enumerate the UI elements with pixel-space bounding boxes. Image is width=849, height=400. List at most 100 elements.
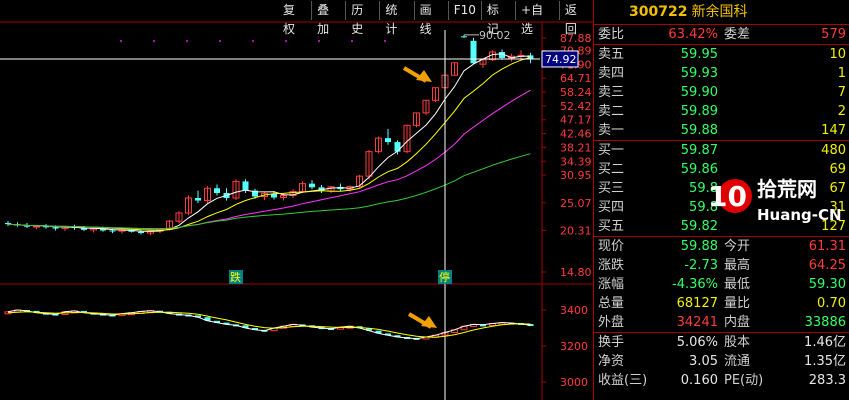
- stat-label: 总量: [598, 296, 625, 311]
- add-watchlist-button[interactable]: +自选: [515, 1, 559, 36]
- index-tick-label: 3200: [560, 340, 588, 353]
- buy-label: 买五: [598, 219, 625, 234]
- ma10-line: [7, 57, 531, 231]
- top-marker-dot: [318, 40, 320, 42]
- buy-label: 买四: [598, 200, 625, 215]
- stat-label-2: 最低: [724, 277, 751, 292]
- draw-line-button[interactable]: 画线: [413, 1, 448, 36]
- watermark-number: 10: [708, 180, 747, 213]
- candle-body: [309, 183, 315, 188]
- chart-area[interactable]: 87.8879.8971.9064.7158.2452.4247.1742.46…: [0, 0, 593, 400]
- stat-label: 净资: [598, 354, 625, 369]
- stat-value: 68127: [676, 296, 718, 311]
- watermark-logo: 10 拾荒网 Huang-CN: [708, 177, 842, 224]
- stat-value: -4.36%: [672, 277, 718, 292]
- price-tick-label: 20.31: [560, 224, 592, 237]
- stat-value-2: 1.46亿: [804, 335, 846, 350]
- stat-label-2: 股本: [724, 335, 751, 350]
- stat-label-2: 量比: [724, 296, 751, 311]
- f10-button[interactable]: F10: [447, 1, 481, 20]
- index-tick-label: 3000: [560, 376, 588, 389]
- sell-row: 卖四 59.93 1: [594, 64, 849, 83]
- top-marker-dot: [351, 40, 353, 42]
- stat-value: 59.88: [680, 239, 718, 254]
- fuquan-button[interactable]: 复权: [278, 1, 311, 36]
- stat-value: -2.73: [684, 258, 718, 273]
- mark-button[interactable]: 标记: [480, 1, 515, 36]
- sell-label: 卖五: [598, 47, 625, 62]
- history-button[interactable]: 历史: [345, 1, 379, 36]
- sell-row: 卖二 59.89 2: [594, 102, 849, 121]
- candle-body: [214, 188, 220, 194]
- top-marker-dot: [384, 40, 386, 42]
- candle-body: [461, 36, 467, 38]
- stock-code: 300722: [629, 4, 688, 20]
- stats-button[interactable]: 统计: [379, 1, 413, 36]
- sell-price: 59.88: [680, 123, 718, 138]
- price-tick-label: 64.71: [560, 72, 592, 85]
- stat-value-2: 33886: [804, 315, 846, 330]
- sell-orders: 卖五 59.95 10 卖四 59.93 1 卖三 59.90 7 卖二 59.89 2 卖一 59.88…: [594, 45, 849, 141]
- price-tick-label: 52.42: [560, 100, 592, 113]
- overlay-button[interactable]: 叠加: [311, 1, 345, 36]
- sell-label: 卖一: [598, 123, 625, 138]
- candle-body: [52, 227, 59, 229]
- candle-body: [470, 40, 477, 64]
- stat-label: 现价: [598, 239, 625, 254]
- ma60-line: [7, 153, 531, 230]
- stat-value: 5.06%: [676, 335, 718, 350]
- buy-label: 买二: [598, 162, 625, 177]
- buy-row: 买一 59.87 480: [594, 141, 849, 160]
- stat-row: 总量 68127 量比 0.70: [594, 294, 849, 313]
- candle-body: [394, 142, 401, 152]
- stat-label: 换手: [598, 335, 625, 350]
- sell-price: 59.89: [680, 104, 718, 119]
- price-tick-label: 25.07: [560, 197, 592, 210]
- price-tick-label: 38.21: [560, 141, 592, 154]
- sell-row: 卖五 59.95 10: [594, 45, 849, 64]
- weibi-value: 63.42%: [668, 27, 718, 42]
- sell-volume: 10: [829, 47, 846, 62]
- top-marker-dot: [219, 40, 221, 42]
- stat-value-2: 283.3: [808, 373, 846, 388]
- stat-label: 涨跌: [598, 258, 625, 273]
- stock-name: 新余国科: [691, 4, 748, 20]
- sell-volume: 7: [837, 85, 846, 100]
- stock-header: 300722 新余国科: [594, 0, 849, 25]
- watermark-cn: 拾荒网: [757, 177, 817, 201]
- index-line-1: [7, 309, 531, 340]
- candle-body: [109, 230, 116, 232]
- sell-label: 卖三: [598, 85, 625, 100]
- back-button[interactable]: 返回: [558, 1, 593, 36]
- stat-row: 现价 59.88 今开 61.31: [594, 237, 849, 256]
- down-badge: 跌: [230, 270, 241, 284]
- price-tick-label: 58.24: [560, 86, 592, 99]
- top-marker-dot: [153, 40, 155, 42]
- buy-price: 59.87: [680, 143, 718, 158]
- sell-price: 59.90: [680, 85, 718, 100]
- stat-value-2: 1.35亿: [804, 354, 846, 369]
- sell-volume: 1: [837, 66, 846, 81]
- stat-label-2: PE(动): [724, 373, 764, 388]
- stat-label: 外盘: [598, 315, 625, 330]
- stat-value: 3.05: [689, 354, 718, 369]
- sell-label: 卖四: [598, 66, 625, 81]
- kline-chart[interactable]: 87.8879.8971.9064.7158.2452.4247.1742.46…: [0, 0, 593, 400]
- current-price-label: 74.92: [545, 53, 577, 66]
- price-tick-label: 14.80: [560, 266, 592, 279]
- sell-volume: 2: [837, 104, 846, 119]
- candle-body: [385, 138, 391, 143]
- candle-body: [138, 231, 144, 234]
- stop-badge: 停: [439, 270, 450, 284]
- sell-label: 卖二: [598, 104, 625, 119]
- stat-label: 涨幅: [598, 277, 625, 292]
- quote-stats-1: 现价 59.88 今开 61.31 涨跌 -2.73 最高 64.25 涨幅 -4.36% 最低 59…: [594, 237, 849, 333]
- price-tick-label: 34.39: [560, 155, 592, 168]
- stat-row: 涨跌 -2.73 最高 64.25: [594, 256, 849, 275]
- watermark-url: Huang-CN: [757, 206, 842, 224]
- stat-label-2: 内盘: [724, 315, 751, 330]
- top-marker-dot: [285, 40, 287, 42]
- stat-row: 收益(三) 0.160 PE(动) 283.3: [594, 371, 849, 390]
- buy-label: 买三: [598, 181, 625, 196]
- sell-volume: 147: [821, 123, 846, 138]
